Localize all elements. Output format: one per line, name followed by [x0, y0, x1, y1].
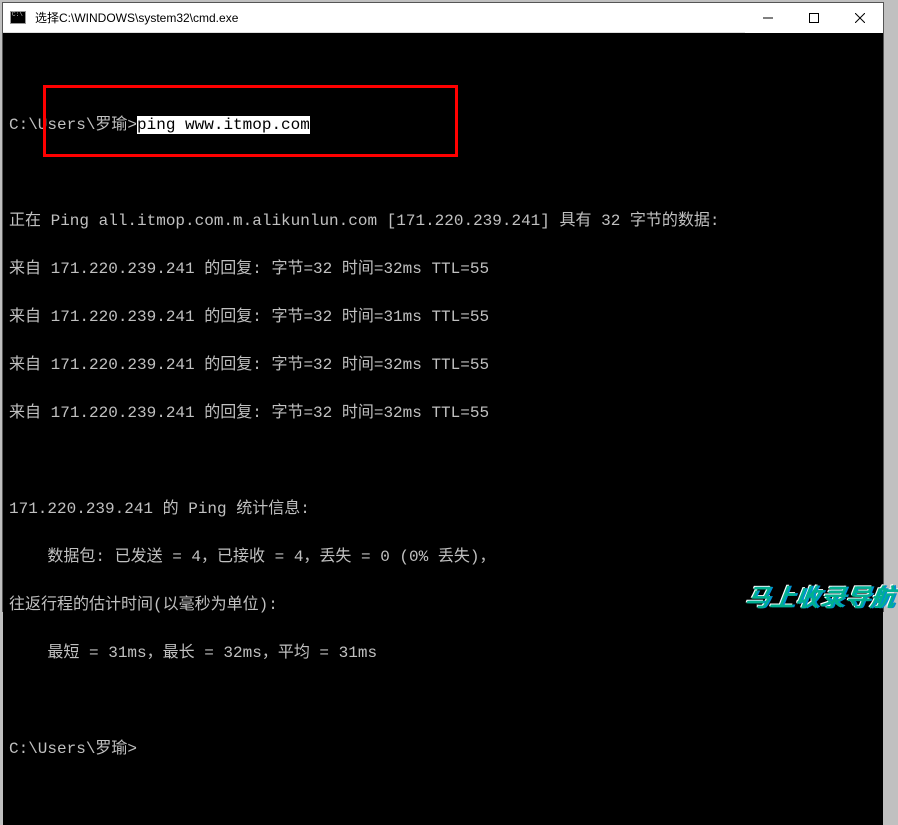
reply-prefix: 来自	[9, 356, 51, 374]
blank-line	[9, 165, 877, 181]
reply-prefix: 来自	[9, 404, 51, 422]
cmd-window: 选择C:\WINDOWS\system32\cmd.exe C:\U	[2, 2, 884, 612]
blank-line	[9, 693, 877, 709]
pinging-line: 正在 Ping all.itmop.com.m.alikunlun.com [1…	[9, 213, 877, 229]
reply-line: 来自 171.220.239.241 的回复: 字节=32 时间=32ms TT…	[9, 405, 877, 421]
reply-prefix: 来自	[9, 308, 51, 326]
reply-line: 来自 171.220.239.241 的回复: 字节=32 时间=31ms TT…	[9, 309, 877, 325]
reply-body: 171.220.239.241 的回复: 字节=32 时间=32ms TTL=5…	[51, 404, 489, 422]
prompt-line-2: C:\Users\罗瑜>	[9, 741, 877, 757]
window-title: 选择C:\WINDOWS\system32\cmd.exe	[33, 9, 745, 26]
reply-body: 171.220.239.241 的回复: 字节=32 时间=32ms TTL=5…	[51, 356, 489, 374]
blank-line	[9, 69, 877, 85]
stats-packets: 数据包: 已发送 = 4，已接收 = 4，丢失 = 0 (0% 丢失)，	[9, 549, 877, 565]
close-button[interactable]	[837, 3, 883, 33]
maximize-icon	[809, 13, 819, 23]
terminal-area[interactable]: C:\Users\罗瑜>ping www.itmop.com 正在 Ping a…	[3, 33, 883, 825]
close-icon	[855, 13, 865, 23]
prompt-text: C:\Users\罗瑜>	[9, 116, 137, 134]
app-icon-box	[3, 3, 33, 33]
reply-line: 来自 171.220.239.241 的回复: 字节=32 时间=32ms TT…	[9, 357, 877, 373]
minimize-icon	[763, 13, 773, 23]
prompt-line-1: C:\Users\罗瑜>ping www.itmop.com	[9, 117, 877, 133]
maximize-button[interactable]	[791, 3, 837, 33]
titlebar[interactable]: 选择C:\WINDOWS\system32\cmd.exe	[3, 3, 883, 33]
minimize-button[interactable]	[745, 3, 791, 33]
window-controls	[745, 3, 883, 33]
reply-line: 来自 171.220.239.241 的回复: 字节=32 时间=32ms TT…	[9, 261, 877, 277]
stats-header: 171.220.239.241 的 Ping 统计信息:	[9, 501, 877, 517]
stats-rtt-header: 往返行程的估计时间(以毫秒为单位):	[9, 597, 877, 613]
command-text: ping www.itmop.com	[137, 116, 310, 134]
blank-line	[9, 453, 877, 469]
reply-body: 171.220.239.241 的回复: 字节=32 时间=32ms TTL=5…	[51, 260, 489, 278]
reply-body: 171.220.239.241 的回复: 字节=32 时间=31ms TTL=5…	[51, 308, 489, 326]
reply-prefix: 来自	[9, 260, 51, 278]
cmd-icon	[10, 11, 26, 24]
stats-rtt: 最短 = 31ms，最长 = 32ms，平均 = 31ms	[9, 645, 877, 661]
